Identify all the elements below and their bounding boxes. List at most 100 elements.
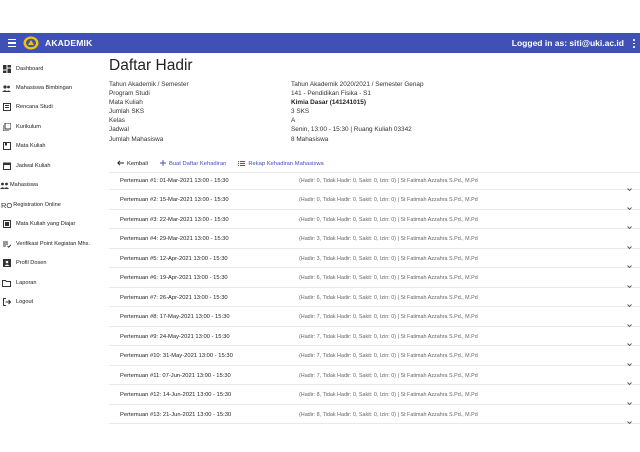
dashboard-icon <box>2 65 11 74</box>
sidebar-item-jadwal-kuliah[interactable]: Jadwal Kuliah <box>2 158 51 174</box>
meeting-detail: (Hadir: 7, Tidak Hadir: 0, Sakit: 0, Izi… <box>299 372 478 379</box>
meeting-detail: (Hadir: 3, Tidak Hadir: 0, Sakit: 0, Izi… <box>299 236 478 242</box>
more-vert-icon[interactable] <box>632 39 636 48</box>
meeting-detail: (Hadir: 8, Tidak Hadir: 0, Sakit: 0, Izi… <box>299 411 478 418</box>
meeting-row[interactable]: Pertemuan #1: 01-Mar-2021 13:00 - 15:30 (… <box>109 172 640 192</box>
meeting-row[interactable]: Pertemuan #3: 22-Mar-2021 13:00 - 15:30 (… <box>109 211 640 230</box>
sidebar-item-mata-kuliah[interactable]: Mata Kuliah <box>2 138 46 154</box>
info-value-jadwal: Senin, 13:00 - 15:30 | Ruang Kuliah 0334… <box>291 126 412 133</box>
chevron-down-icon[interactable] <box>627 276 632 288</box>
info-value-program-studi: 141 - Pendidikan Fisika - S1 <box>291 90 371 97</box>
meeting-title: Pertemuan #8: 17-May-2021 13:00 - 15:30 <box>120 314 230 320</box>
info-label-jumlah-mahasiswa: Jumlah Mahasiswa <box>109 136 164 143</box>
teach-icon <box>2 220 11 229</box>
meeting-detail: (Hadir: 8, Tidak Hadir: 0, Sakit: 0, Izi… <box>299 392 478 398</box>
meeting-row[interactable]: Pertemuan #2: 15-Mar-2021 13:00 - 15:30 (… <box>109 191 640 210</box>
sidebar-item-rencana-studi[interactable]: Rencana Studi <box>2 99 53 115</box>
info-label-jadwal: Jadwal <box>109 126 129 133</box>
info-label-mata-kuliah: Mata Kuliah <box>109 99 143 106</box>
meeting-row[interactable]: Pertemuan #12: 14-Jun-2021 13:00 - 15:30… <box>109 386 640 405</box>
meeting-row[interactable]: Pertemuan #13: 21-Jun-2021 13:00 - 15:30… <box>109 406 640 425</box>
list-icon <box>238 160 246 168</box>
arrow-left-icon <box>117 160 124 168</box>
chevron-down-icon[interactable] <box>627 198 632 210</box>
create-attendance-button[interactable]: Buat Daftar Kehadiran <box>159 160 227 168</box>
meeting-title: Pertemuan #13: 21-Jun-2021 13:00 - 15:30 <box>120 411 232 418</box>
plus-icon <box>159 160 166 168</box>
action-bar: Kembali Buat Daftar Kehadiran Rekap Keha… <box>117 159 336 169</box>
people-icon <box>2 84 11 93</box>
back-button[interactable]: Kembali <box>117 160 148 168</box>
meeting-row[interactable]: Pertemuan #4: 29-Mar-2021 13:00 - 15:30 (… <box>109 230 640 249</box>
chevron-down-icon[interactable] <box>627 412 632 425</box>
chevron-down-icon[interactable] <box>627 354 632 366</box>
meeting-row[interactable]: Pertemuan #9: 24-May-2021 13:00 - 15:30 (… <box>109 328 640 347</box>
sidebar-item-verifikasi-point[interactable]: Verifikasi Point Kegiatan Mhs. <box>2 236 90 252</box>
chevron-down-icon[interactable] <box>627 393 632 405</box>
info-value-mata-kuliah: Kimia Dasar (141241015) <box>291 99 366 106</box>
meeting-detail: (Hadir: 0, Tidak Hadir: 0, Sakit: 0, Izi… <box>299 178 478 184</box>
meeting-title: Pertemuan #3: 22-Mar-2021 13:00 - 15:30 <box>120 216 229 223</box>
chevron-down-icon[interactable] <box>627 256 632 269</box>
chevron-down-icon[interactable] <box>627 334 632 347</box>
sidebar-item-label: Logout <box>16 299 34 305</box>
chevron-down-icon[interactable] <box>627 217 632 230</box>
sidebar-item-label: Laporan <box>16 280 37 286</box>
meeting-title: Pertemuan #4: 29-Mar-2021 13:00 - 15:30 <box>120 236 229 242</box>
sidebar-item-mahasiswa-bimbingan[interactable]: Mahasiswa Bimbingan <box>2 80 72 96</box>
profile-icon <box>2 259 11 268</box>
meeting-detail: (Hadir: 3, Tidak Hadir: 0, Sakit: 0, Izi… <box>299 255 478 262</box>
meeting-title: Pertemuan #5: 12-Apr-2021 13:00 - 15:30 <box>120 255 228 262</box>
sidebar-item-registration-online[interactable]: RO Registration Online <box>1 197 61 213</box>
chevron-down-icon[interactable] <box>627 179 632 192</box>
sidebar-item-profil-dosen[interactable]: Profil Dosen <box>2 255 46 271</box>
chevron-down-icon[interactable] <box>627 295 632 308</box>
sidebar-item-mata-kuliah-diajar[interactable]: Mata Kuliah yang Diajar <box>2 216 75 232</box>
page-title: Daftar Hadir <box>109 57 193 74</box>
info-value-jumlah-mahasiswa: 8 Mahasiswa <box>291 136 329 143</box>
meeting-detail: (Hadir: 0, Tidak Hadir: 0, Sakit: 0, Izi… <box>299 216 478 223</box>
info-value-tahun-akademik: Tahun Akademik 2020/2021 / Semester Gena… <box>291 81 424 88</box>
sidebar-item-label: Mata Kuliah <box>16 143 46 149</box>
meeting-title: Pertemuan #11: 07-Jun-2021 13:00 - 15:30 <box>120 372 231 379</box>
create-attendance-label: Buat Daftar Kehadiran <box>168 161 227 167</box>
meeting-row[interactable]: Pertemuan #10: 31-May-2021 13:00 - 15:30… <box>109 347 640 366</box>
meeting-row[interactable]: Pertemuan #6: 19-Apr-2021 13:00 - 15:30 (… <box>109 269 640 288</box>
meeting-title: Pertemuan #9: 24-May-2021 13:00 - 15:30 <box>120 333 230 340</box>
sidebar-item-dashboard[interactable]: Dashboard <box>2 61 43 77</box>
chevron-down-icon[interactable] <box>627 373 632 386</box>
sidebar-item-label: Jadwal Kuliah <box>16 163 51 169</box>
sidebar-item-kurikulum[interactable]: Kurikulum <box>2 119 41 135</box>
info-label-jumlah-sks: Jumlah SKS <box>109 108 145 115</box>
sidebar-item-logout[interactable]: Logout <box>2 294 33 310</box>
sidebar-item-label: Dashboard <box>16 66 44 72</box>
meeting-detail: (Hadir: 7, Tidak Hadir: 0, Sakit: 0, Izi… <box>299 353 478 359</box>
sidebar-item-label: Rencana Studi <box>16 104 53 110</box>
checklist-icon <box>2 240 11 249</box>
ro-icon: RO <box>1 200 13 210</box>
folder-icon <box>2 279 11 288</box>
meeting-row[interactable]: Pertemuan #7: 26-Apr-2021 13:00 - 15:30 (… <box>109 289 640 308</box>
meeting-row[interactable]: Pertemuan #8: 17-May-2021 13:00 - 15:30 (… <box>109 308 640 327</box>
back-label: Kembali <box>127 161 148 167</box>
meeting-row[interactable]: Pertemuan #5: 12-Apr-2021 13:00 - 15:30 (… <box>109 250 640 269</box>
group-icon <box>0 181 9 190</box>
sidebar-item-label: Profil Dosen <box>16 260 47 266</box>
class-icon <box>2 142 11 151</box>
logged-in-label: Logged in as: siti@uki.ac.id <box>511 38 624 48</box>
sidebar-item-label: Mahasiswa <box>10 182 38 188</box>
sidebar-item-label: Mata Kuliah yang Diajar <box>16 221 76 227</box>
library-icon <box>2 123 11 132</box>
sidebar-item-mahasiswa[interactable]: Mahasiswa <box>0 177 38 193</box>
recap-attendance-button[interactable]: Rekap Kehadiran Mahasiswa <box>238 160 324 168</box>
sidebar: Dashboard Mahasiswa Bimbingan Rencana St… <box>0 53 106 452</box>
sidebar-item-laporan[interactable]: Laporan <box>2 275 37 291</box>
sidebar-item-label: Mahasiswa Bimbingan <box>16 85 72 91</box>
university-logo <box>23 36 39 50</box>
meeting-row[interactable]: Pertemuan #11: 07-Jun-2021 13:00 - 15:30… <box>109 367 640 386</box>
meeting-title: Pertemuan #6: 19-Apr-2021 13:00 - 15:30 <box>120 275 228 281</box>
chevron-down-icon[interactable] <box>627 237 632 249</box>
chevron-down-icon[interactable] <box>627 315 632 327</box>
menu-icon[interactable] <box>4 33 20 53</box>
sidebar-item-label: Kurikulum <box>16 124 41 130</box>
